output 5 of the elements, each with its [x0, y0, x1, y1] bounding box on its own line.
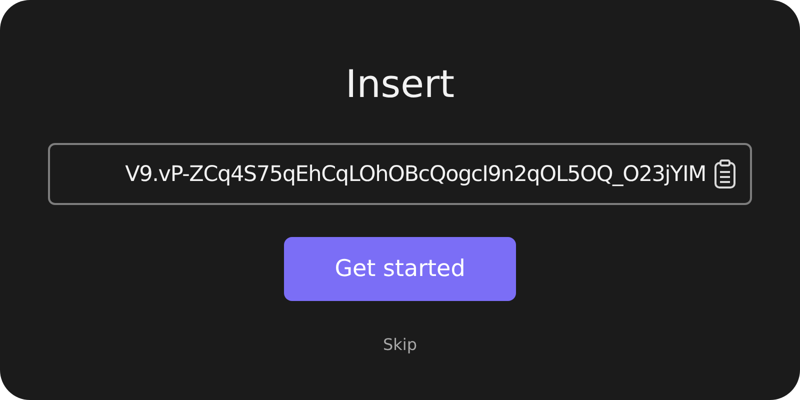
token-field[interactable]: V9.vP-ZCq4S75qEhCqLOhOBcQogcI9n2qOL5OQ_O23jYIM	[48, 143, 752, 205]
dialog-title: Insert	[346, 61, 454, 108]
clipboard-icon[interactable]	[714, 159, 736, 189]
skip-link[interactable]: Skip	[382, 335, 418, 354]
get-started-button[interactable]: Get started	[284, 237, 516, 301]
